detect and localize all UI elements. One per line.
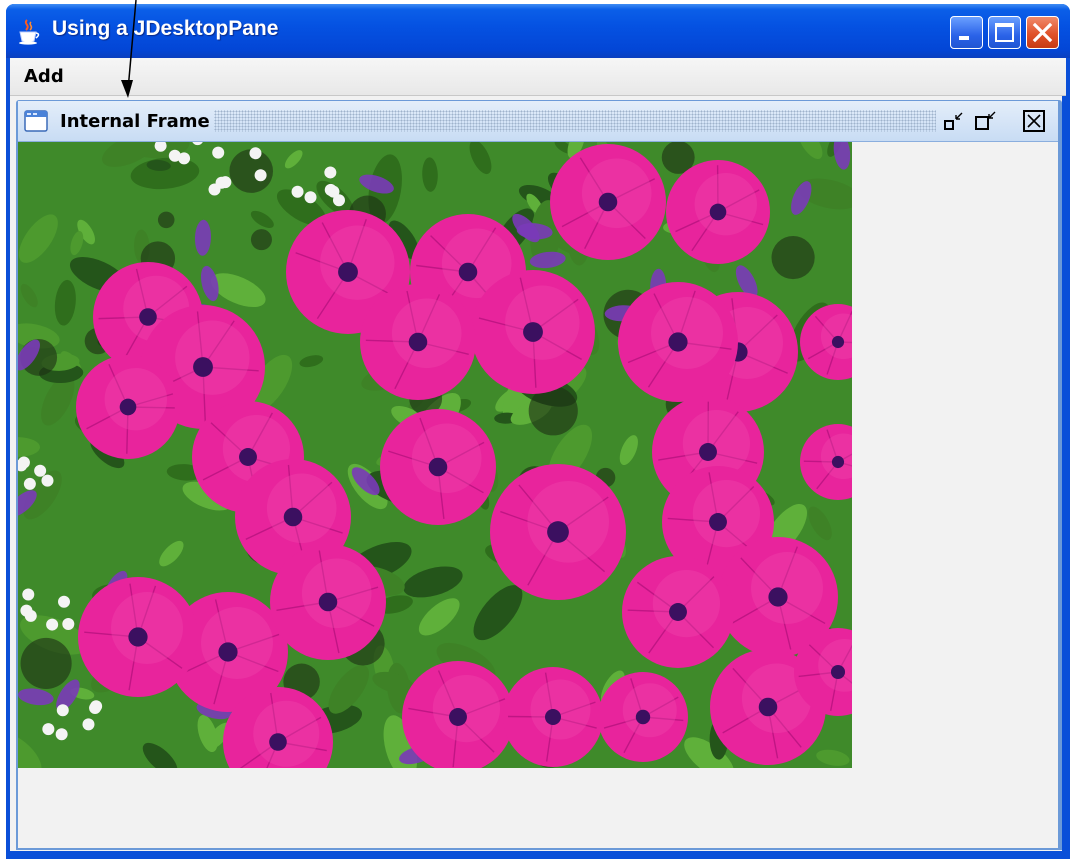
java-cup-icon[interactable] [17,19,41,45]
internal-frame-content [18,142,1058,848]
minimize-button[interactable] [950,16,983,49]
close-button[interactable] [1026,16,1059,49]
menu-add[interactable]: Add [24,66,64,87]
maximize-icon [995,23,1014,42]
close-icon [1023,110,1045,132]
close-icon [1032,22,1053,43]
minimize-icon [959,36,969,40]
maximize-button[interactable] [988,16,1021,49]
petunia-flowers-photo [18,142,852,768]
internal-frame-titlebar[interactable]: Internal Frame [18,101,1058,142]
application-window: Using a JDesktopPane Add Internal Frame [6,4,1070,859]
internal-frame-title: Internal Frame [60,111,210,132]
maximize-icon [975,111,996,130]
frame-close-button[interactable] [1022,110,1046,132]
desktop-pane: Internal Frame [10,96,1062,851]
iconify-icon [944,112,963,130]
frame-maximize-button[interactable] [973,110,997,132]
iconify-button[interactable] [942,110,966,132]
window-bottom-border [6,851,1070,859]
menu-bar: Add [10,58,1066,96]
flower-image [18,142,852,768]
titlebar-texture [214,110,936,132]
internal-frame: Internal Frame [16,100,1062,850]
window-title: Using a JDesktopPane [52,17,279,40]
window-titlebar[interactable]: Using a JDesktopPane [6,4,1070,58]
frame-icon[interactable] [24,110,48,132]
